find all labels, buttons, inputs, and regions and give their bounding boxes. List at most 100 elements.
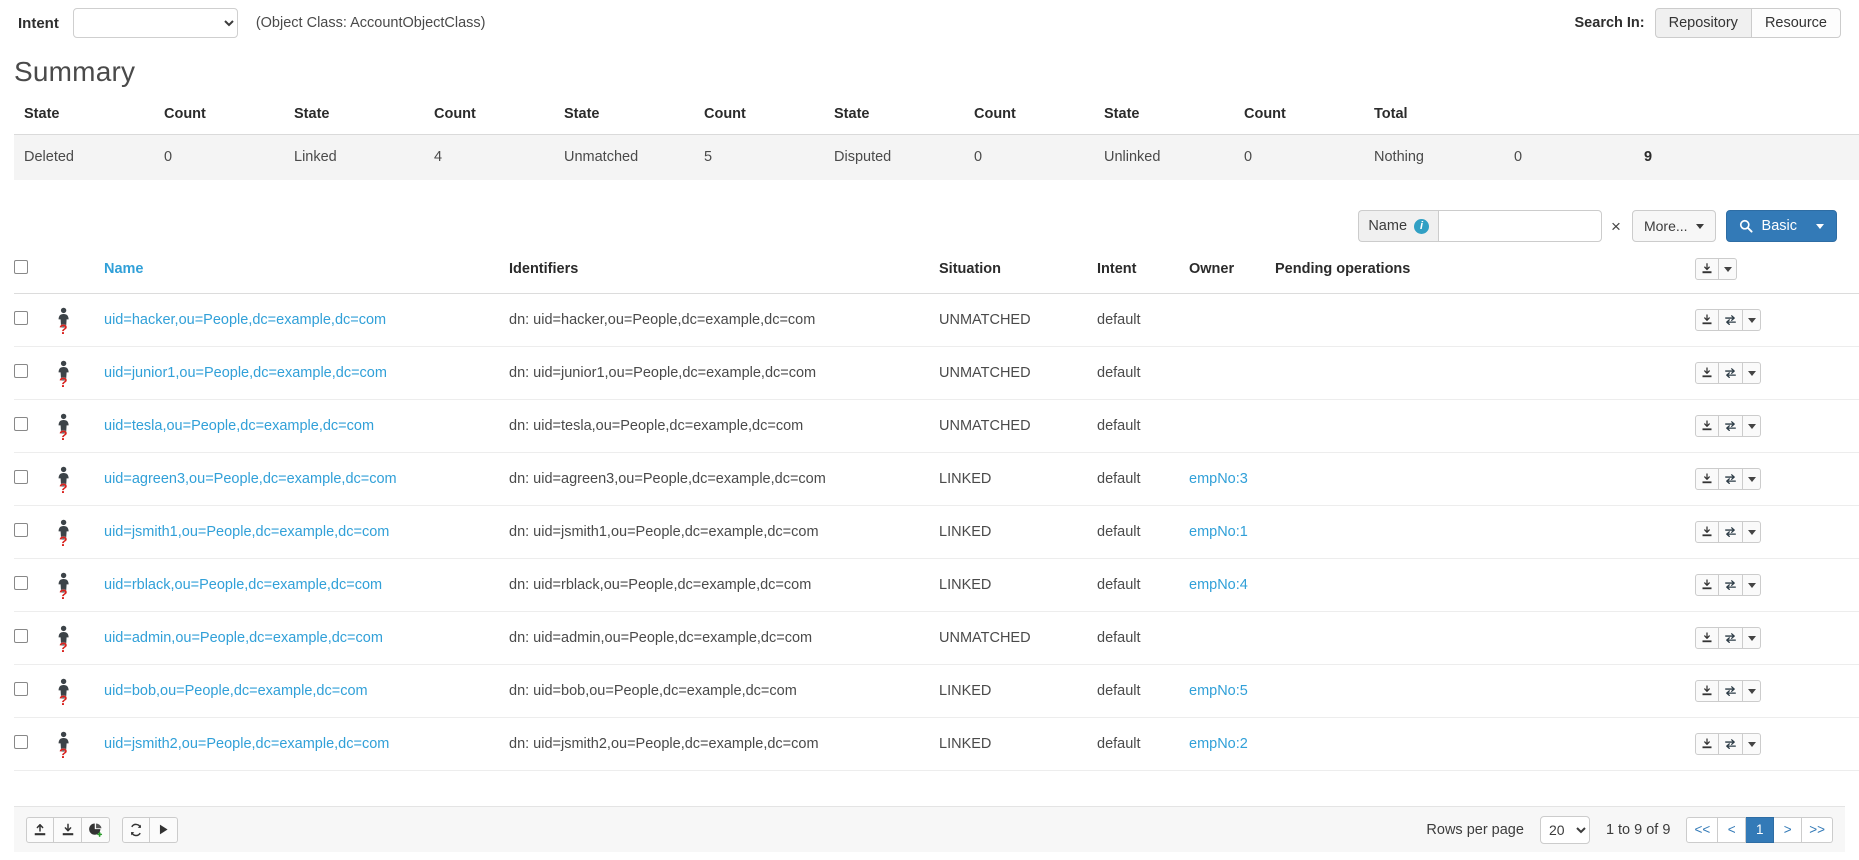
row-synchronize-button[interactable] xyxy=(1719,521,1743,543)
question-badge-icon: ? xyxy=(59,639,68,655)
intent-select[interactable] xyxy=(72,8,238,38)
search-in-resource-button[interactable]: Resource xyxy=(1751,8,1841,38)
header-actions-dropdown[interactable] xyxy=(1719,258,1737,280)
header-import-icon[interactable] xyxy=(1695,258,1719,280)
name-filter-text: Name xyxy=(1368,218,1408,234)
column-header-name[interactable]: Name xyxy=(104,252,509,294)
summary-cell: 0 xyxy=(964,134,1094,180)
pager-prev[interactable]: < xyxy=(1718,816,1747,843)
pager-first[interactable]: << xyxy=(1686,816,1719,843)
row-import-button[interactable] xyxy=(1695,362,1719,384)
row-synchronize-button[interactable] xyxy=(1719,733,1743,755)
search-icon xyxy=(1739,219,1753,233)
row-checkbox[interactable] xyxy=(14,523,28,537)
search-in-group: Search In: Repository Resource xyxy=(1575,8,1841,38)
name-search-input[interactable] xyxy=(1438,210,1603,242)
row-checkbox[interactable] xyxy=(14,364,28,378)
row-checkbox[interactable] xyxy=(14,576,28,590)
row-owner-cell: empNo:5 xyxy=(1189,664,1275,718)
row-name-link[interactable]: uid=admin,ou=People,dc=example,dc=com xyxy=(104,630,383,646)
basic-search-button[interactable]: Basic xyxy=(1725,210,1837,242)
chevron-down-icon[interactable] xyxy=(1816,223,1824,229)
row-checkbox[interactable] xyxy=(14,735,28,749)
row-checkbox[interactable] xyxy=(14,311,28,325)
row-select-cell xyxy=(14,293,54,347)
rows-per-page-select[interactable]: 20 xyxy=(1539,815,1590,844)
row-situation-cell: UNMATCHED xyxy=(939,293,1097,347)
row-actions-dropdown[interactable] xyxy=(1743,415,1761,437)
row-synchronize-button[interactable] xyxy=(1719,627,1743,649)
table-row: ? uid=jsmith1,ou=People,dc=example,dc=co… xyxy=(14,505,1859,559)
row-owner-link[interactable]: empNo:1 xyxy=(1189,524,1248,540)
row-actions-dropdown[interactable] xyxy=(1743,362,1761,384)
row-identifier-cell: dn: uid=jsmith1,ou=People,dc=example,dc=… xyxy=(509,505,939,559)
row-owner-link[interactable]: empNo:2 xyxy=(1189,736,1248,752)
row-owner-link[interactable]: empNo:5 xyxy=(1189,683,1248,699)
row-owner-link[interactable]: empNo:4 xyxy=(1189,577,1248,593)
row-actions-cell xyxy=(1695,505,1859,559)
row-actions-dropdown[interactable] xyxy=(1743,309,1761,331)
row-actions-dropdown[interactable] xyxy=(1743,521,1761,543)
question-badge-icon: ? xyxy=(59,427,68,443)
question-badge-icon: ? xyxy=(59,480,68,496)
row-import-button[interactable] xyxy=(1695,415,1719,437)
row-import-button[interactable] xyxy=(1695,309,1719,331)
row-synchronize-button[interactable] xyxy=(1719,468,1743,490)
refresh-button[interactable] xyxy=(122,816,150,843)
row-import-button[interactable] xyxy=(1695,680,1719,702)
search-in-label: Search In: xyxy=(1574,15,1645,31)
row-import-button[interactable] xyxy=(1695,574,1719,596)
row-name-link[interactable]: uid=tesla,ou=People,dc=example,dc=com xyxy=(104,418,374,434)
row-checkbox[interactable] xyxy=(14,682,28,696)
row-synchronize-button[interactable] xyxy=(1719,574,1743,596)
sync-arrows-icon xyxy=(1725,739,1736,749)
search-in-repository-button[interactable]: Repository xyxy=(1654,8,1752,38)
row-synchronize-button[interactable] xyxy=(1719,362,1743,384)
row-synchronize-button[interactable] xyxy=(1719,680,1743,702)
row-owner-link[interactable]: empNo:3 xyxy=(1189,471,1248,487)
row-checkbox[interactable] xyxy=(14,417,28,431)
import-button[interactable] xyxy=(54,816,82,843)
row-actions-cell xyxy=(1695,399,1859,453)
clear-icon[interactable]: × xyxy=(1611,218,1621,235)
select-all-checkbox[interactable] xyxy=(14,260,28,274)
row-actions-dropdown[interactable] xyxy=(1743,468,1761,490)
row-name-link[interactable]: uid=jsmith2,ou=People,dc=example,dc=com xyxy=(104,736,389,752)
row-name-link[interactable]: uid=jsmith1,ou=People,dc=example,dc=com xyxy=(104,524,389,540)
row-name-link[interactable]: uid=junior1,ou=People,dc=example,dc=com xyxy=(104,365,387,381)
table-footer: Rows per page 20 1 to 9 of 9 << < 1 > >> xyxy=(14,806,1845,852)
row-synchronize-button[interactable] xyxy=(1719,309,1743,331)
row-icon-cell: ? xyxy=(54,346,104,400)
sync-arrows-icon xyxy=(1725,421,1736,431)
row-name-link[interactable]: uid=hacker,ou=People,dc=example,dc=com xyxy=(104,312,386,328)
row-actions-dropdown[interactable] xyxy=(1743,627,1761,649)
import-icon xyxy=(1702,632,1712,643)
row-pending-operations-cell xyxy=(1275,505,1695,559)
row-import-button[interactable] xyxy=(1695,468,1719,490)
row-name-link[interactable]: uid=bob,ou=People,dc=example,dc=com xyxy=(104,683,368,699)
summary-table: State Count State Count State Count Stat… xyxy=(14,100,1859,180)
row-checkbox[interactable] xyxy=(14,629,28,643)
row-name-link[interactable]: uid=agreen3,ou=People,dc=example,dc=com xyxy=(104,471,397,487)
column-header-actions xyxy=(1695,252,1859,294)
row-name-link[interactable]: uid=rblack,ou=People,dc=example,dc=com xyxy=(104,577,382,593)
export-button[interactable] xyxy=(26,816,54,843)
row-import-button[interactable] xyxy=(1695,733,1719,755)
execute-button[interactable] xyxy=(150,816,178,843)
row-identifier-cell: dn: uid=admin,ou=People,dc=example,dc=co… xyxy=(509,611,939,665)
row-checkbox[interactable] xyxy=(14,470,28,484)
pager-next[interactable]: > xyxy=(1774,816,1803,843)
row-intent-cell: default xyxy=(1097,293,1189,347)
row-actions-dropdown[interactable] xyxy=(1743,574,1761,596)
row-actions-dropdown[interactable] xyxy=(1743,733,1761,755)
row-synchronize-button[interactable] xyxy=(1719,415,1743,437)
pager-page-1[interactable]: 1 xyxy=(1746,816,1775,843)
more-options-button[interactable]: More... xyxy=(1631,210,1716,242)
pager-last[interactable]: >> xyxy=(1802,816,1833,843)
row-import-button[interactable] xyxy=(1695,627,1719,649)
info-icon[interactable]: i xyxy=(1414,218,1430,234)
new-report-button[interactable] xyxy=(82,816,110,843)
table-row: ? uid=junior1,ou=People,dc=example,dc=co… xyxy=(14,346,1859,400)
row-actions-dropdown[interactable] xyxy=(1743,680,1761,702)
row-import-button[interactable] xyxy=(1695,521,1719,543)
